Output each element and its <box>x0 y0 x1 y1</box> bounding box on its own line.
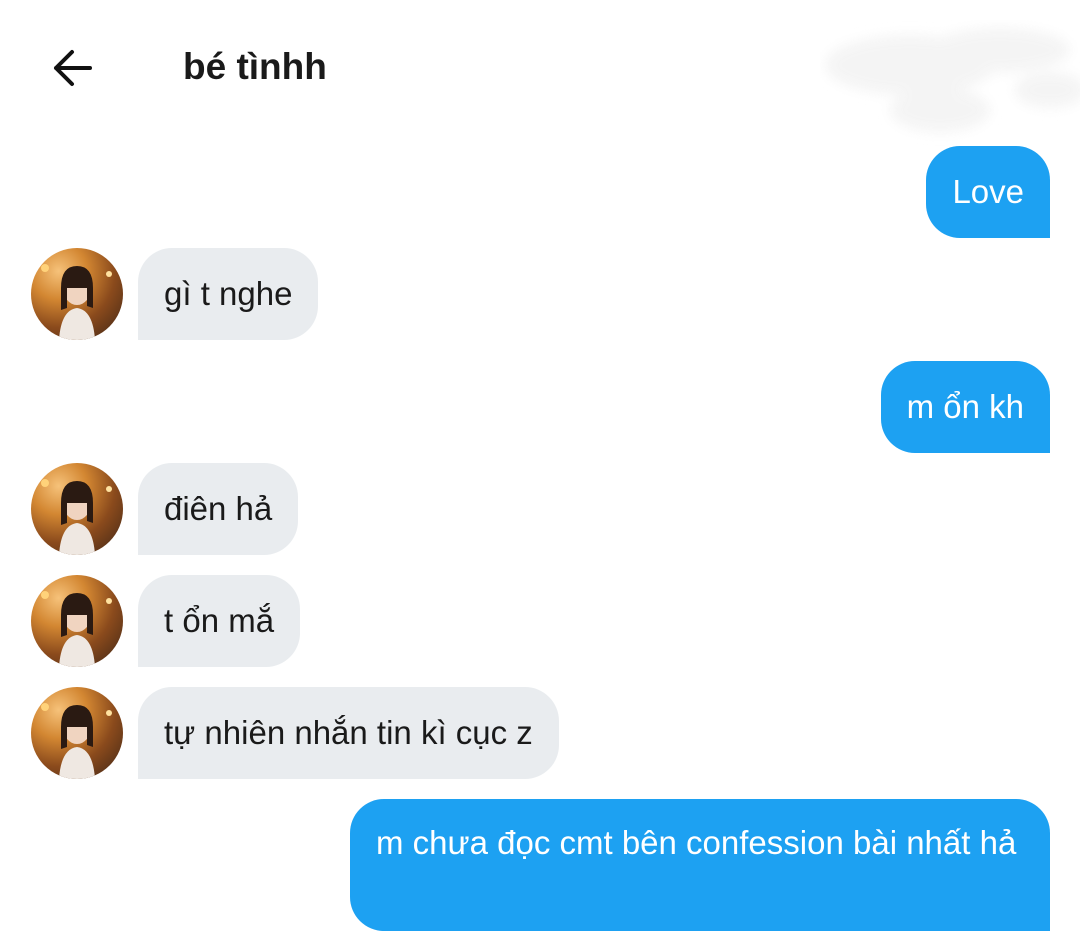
contact-avatar[interactable] <box>31 575 123 667</box>
contact-avatar[interactable] <box>31 248 123 340</box>
avatar-photo <box>41 264 112 340</box>
message-row: t ổn mắ <box>0 575 1080 667</box>
avatar-photo <box>41 703 112 779</box>
message-row: Love <box>0 146 1080 238</box>
message-row: điên hả <box>0 463 1080 555</box>
incoming-message-bubble[interactable]: gì t nghe <box>138 248 319 340</box>
outgoing-message-bubble[interactable]: m chưa đọc cmt bên confession bài nhất h… <box>350 799 1050 931</box>
contact-avatar[interactable] <box>31 463 123 555</box>
conversation-title[interactable]: bé tìnhh <box>183 44 327 90</box>
avatar-photo <box>41 591 112 667</box>
message-row: tự nhiên nhắn tin kì cục z <box>0 687 1080 779</box>
outgoing-message-bubble[interactable]: m ổn kh <box>880 361 1050 453</box>
arrow-left-icon <box>54 50 92 86</box>
message-row: m ổn kh <box>0 361 1080 453</box>
incoming-message-bubble[interactable]: t ổn mắ <box>138 575 301 667</box>
chat-header: bé tìnhh <box>0 0 1080 135</box>
redacted-overlay <box>825 28 1080 132</box>
back-button[interactable] <box>44 42 100 94</box>
incoming-message-bubble[interactable]: tự nhiên nhắn tin kì cục z <box>138 687 559 779</box>
outgoing-message-bubble[interactable]: Love <box>926 146 1050 238</box>
incoming-message-bubble[interactable]: điên hả <box>138 463 299 555</box>
message-row: gì t nghe <box>0 248 1080 340</box>
contact-avatar[interactable] <box>31 687 123 779</box>
avatar-photo <box>41 479 112 555</box>
message-row: m chưa đọc cmt bên confession bài nhất h… <box>0 799 1080 931</box>
